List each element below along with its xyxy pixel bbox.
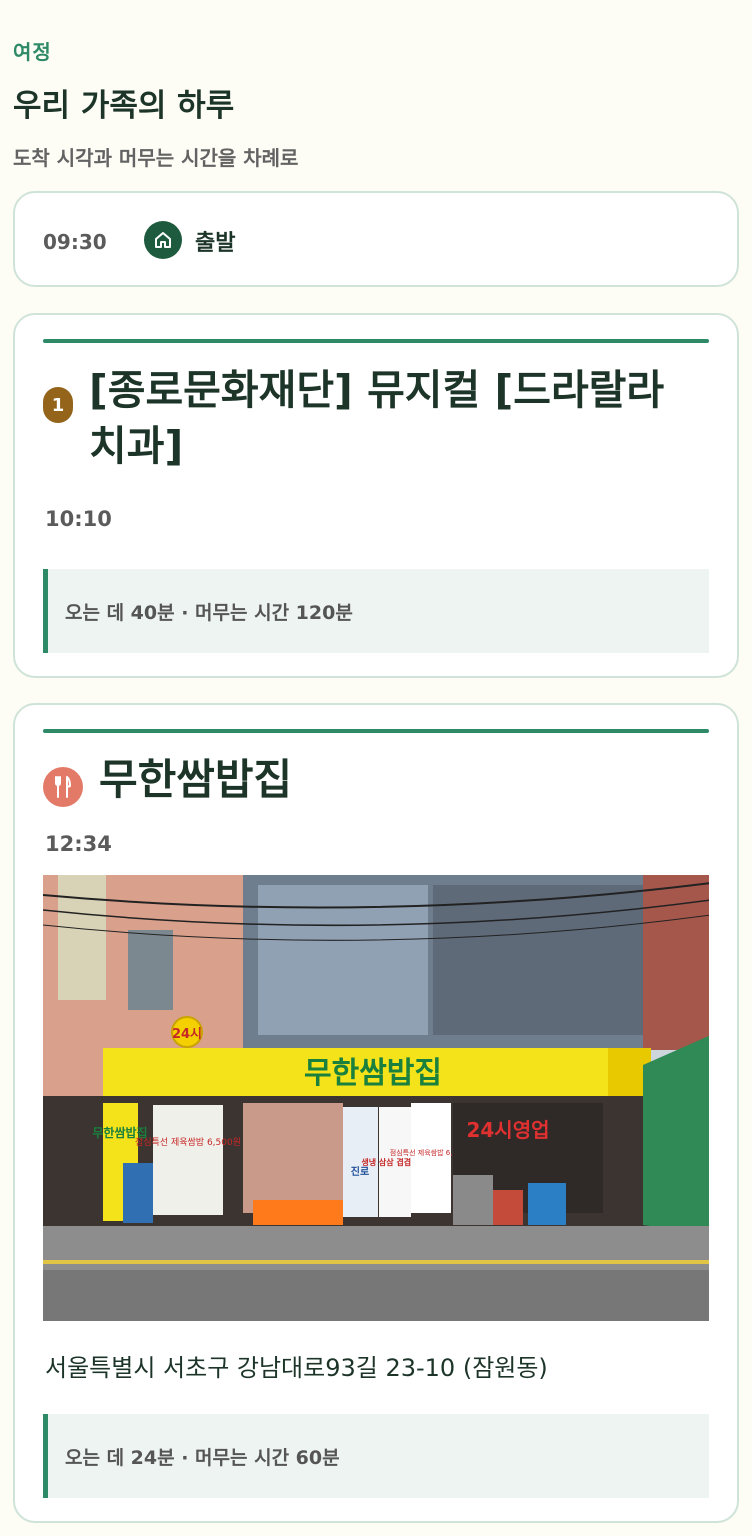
photo-menu-board: 점심특선 제육쌈밥 6,500원 (135, 1136, 241, 1148)
section-eyebrow: 여정 (13, 40, 52, 64)
stop-card[interactable]: 1 [종로문화재단] 뮤지컬 [드라랄라 치과] 10:10 오는 데 40분 … (13, 313, 739, 678)
start-card: 09:30 출발 (13, 191, 739, 287)
stop-number-badge: 1 (43, 387, 73, 423)
restaurant-photo: 24시 무한쌈밥집 무한쌈밥집 점심특선 제육쌈밥 6,500원 진로 생냉 삼… (43, 875, 709, 1321)
photo-main-sign: 무한쌈밥집 (304, 1056, 442, 1091)
stop-arrival-time: 12:34 (45, 832, 112, 856)
start-label: 출발 (195, 231, 236, 256)
page-title: 우리 가족의 하루 (13, 88, 235, 124)
fork-knife-icon (43, 767, 83, 807)
restaurant-address[interactable]: 서울특별시 서초구 강남대로93길 23-10 (잠원동) (45, 1348, 548, 1383)
stop-title: 무한쌈밥집 (99, 755, 293, 804)
photo-24-badge: 24시 (172, 1027, 202, 1042)
photo-hours-sign: 24시영업 (466, 1118, 549, 1142)
start-time: 09:30 (43, 230, 107, 254)
home-icon (144, 221, 182, 259)
stop-arrival-time: 10:10 (45, 507, 112, 531)
stop-card[interactable]: 무한쌈밥집 12:34 24시 무한쌈밥집 무한쌈밥집 점심특선 제육쌈밥 6,… (13, 703, 739, 1523)
stop-travel-info: 오는 데 24분 · 머무는 시간 60분 (43, 1414, 709, 1498)
stop-accent-line (43, 729, 709, 733)
stop-title: [종로문화재단] 뮤지컬 [드라랄라 치과] (89, 366, 665, 470)
page-subtitle: 도착 시각과 머무는 시간을 차례로 (13, 146, 299, 170)
stop-accent-line (43, 339, 709, 343)
stop-travel-info: 오는 데 40분 · 머무는 시간 120분 (43, 569, 709, 653)
